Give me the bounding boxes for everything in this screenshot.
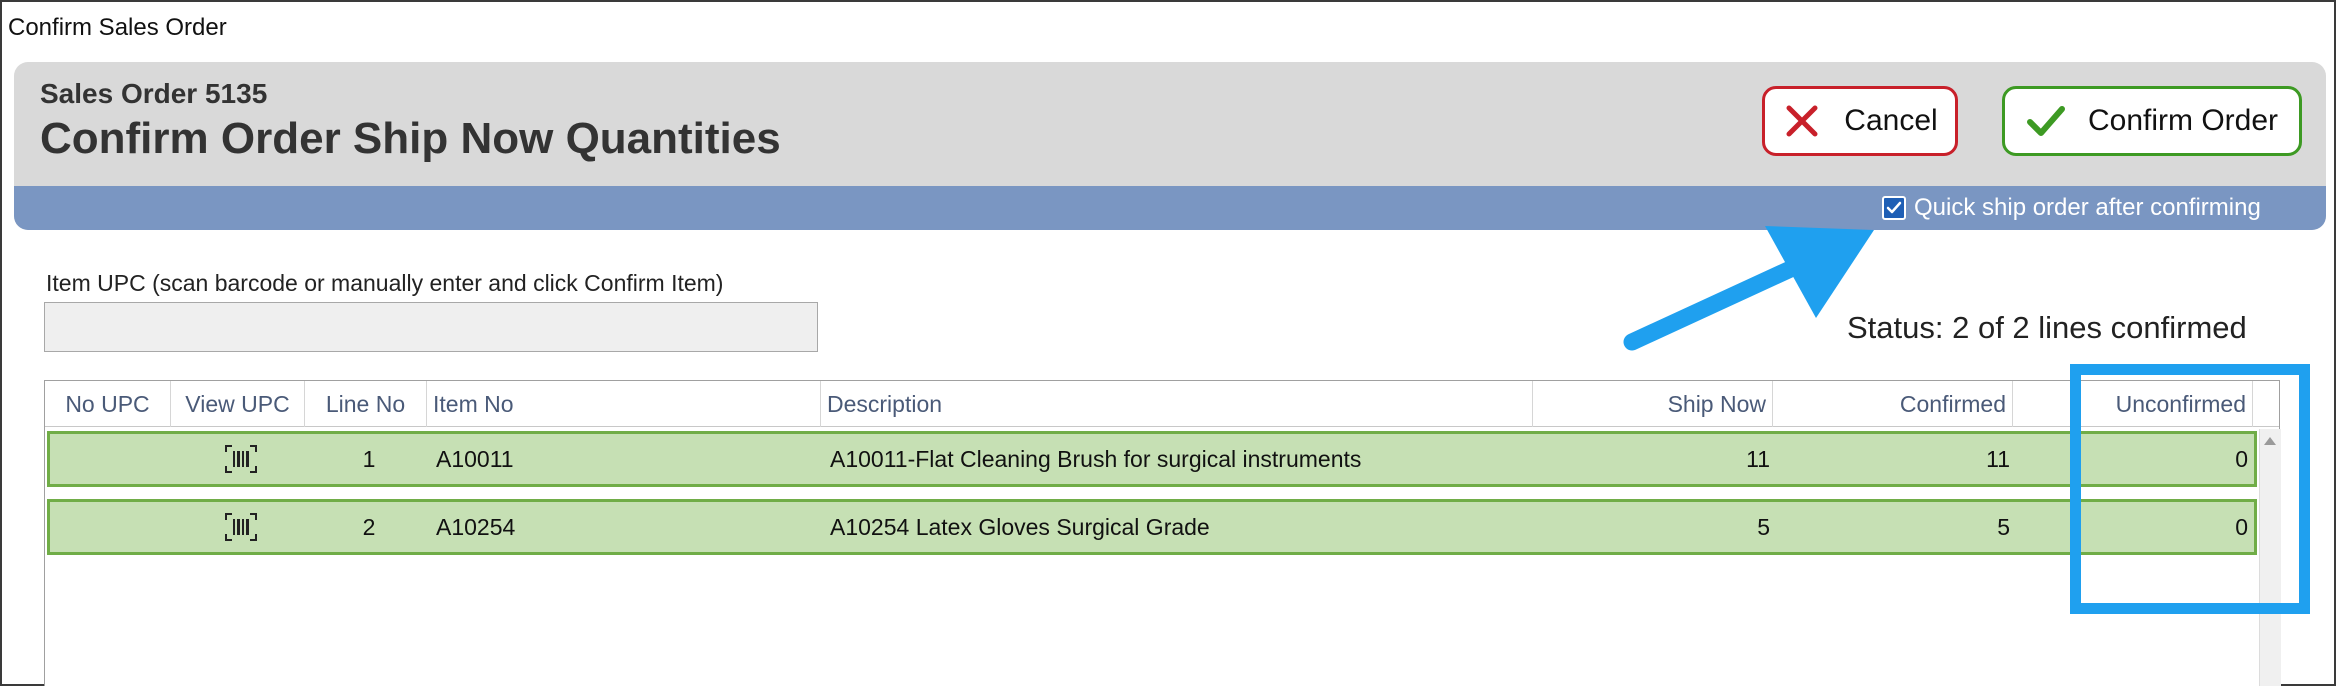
confirm-sales-order-window: Confirm Sales Order Sales Order 5135 Con… [0, 0, 2336, 686]
annotation-arrow-icon [1623, 226, 1874, 351]
annotation-arrow-layer [1623, 226, 1874, 351]
